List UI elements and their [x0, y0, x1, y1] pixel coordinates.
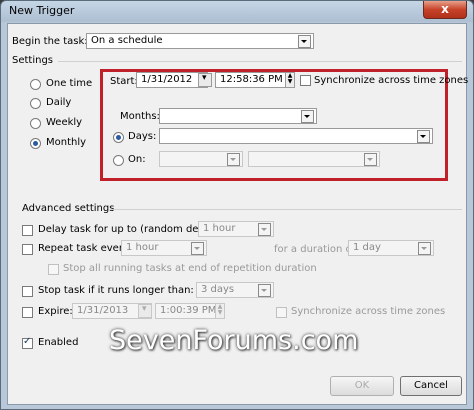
chevron-down-icon: [258, 284, 271, 297]
duration-label: for a duration of:: [274, 244, 359, 255]
begin-task-label: Begin the task:: [12, 36, 88, 47]
advanced-settings-label: Advanced settings: [22, 203, 115, 214]
begin-task-dropdown[interactable]: On a schedule: [86, 33, 314, 49]
expire-time-value: 1:00:39 PM: [160, 305, 217, 316]
days-dropdown[interactable]: [159, 128, 433, 144]
chevron-down-icon: [191, 242, 204, 255]
enabled-label: Enabled: [38, 337, 79, 348]
enabled-checkbox[interactable]: [22, 336, 33, 349]
radio-daily[interactable]: [30, 98, 41, 109]
stop-longer-checkbox[interactable]: [22, 286, 33, 297]
one-time-label: One time: [46, 78, 93, 89]
sync-time-zones-label: Synchronize across time zones: [314, 75, 469, 86]
radio-monthly[interactable]: [30, 138, 41, 149]
calendar-dropdown-icon[interactable]: [198, 73, 212, 87]
radio-one-time[interactable]: [30, 79, 41, 90]
days-label: Days:: [128, 131, 157, 142]
delay-dropdown[interactable]: 1 hour: [198, 221, 274, 237]
new-trigger-window: New Trigger x Begin the task: On a sched…: [0, 0, 474, 410]
radio-weekly[interactable]: [30, 118, 41, 129]
advanced-divider: [110, 209, 462, 210]
chevron-down-icon: [258, 223, 271, 236]
repeat-task-label: Repeat task every:: [38, 243, 132, 254]
expire-sync-label: Synchronize across time zones: [291, 306, 446, 317]
expire-calendar-icon[interactable]: [138, 304, 152, 318]
sync-time-zones-checkbox[interactable]: [300, 75, 311, 86]
on-weekday-dropdown[interactable]: [248, 151, 380, 167]
site-watermark: SevenForums.com: [109, 325, 359, 356]
close-button[interactable]: x: [423, 1, 467, 19]
monthly-label: Monthly: [46, 137, 87, 148]
duration-value: 1 day: [353, 242, 381, 253]
stop-longer-dropdown[interactable]: 3 days: [196, 282, 274, 298]
on-week-dropdown[interactable]: [159, 151, 243, 167]
expire-sync-checkbox[interactable]: [276, 307, 287, 318]
chevron-down-icon: [227, 153, 240, 166]
daily-label: Daily: [46, 97, 72, 108]
repeat-task-checkbox[interactable]: [22, 244, 33, 255]
start-label: Start:: [110, 76, 138, 87]
radio-days[interactable]: [113, 132, 124, 143]
stop-longer-value: 3 days: [201, 284, 235, 295]
cancel-button[interactable]: Cancel: [400, 376, 462, 396]
repeat-value: 1 hour: [126, 242, 159, 253]
chevron-down-icon: [301, 110, 314, 123]
months-label: Months:: [120, 111, 160, 122]
chevron-down-icon: [417, 130, 430, 143]
months-dropdown[interactable]: [159, 108, 317, 124]
duration-dropdown[interactable]: 1 day: [348, 240, 434, 256]
chevron-down-icon: [418, 242, 431, 255]
chevron-down-icon: [364, 153, 377, 166]
repeat-dropdown[interactable]: 1 hour: [121, 240, 207, 256]
delay-value: 1 hour: [203, 223, 236, 234]
start-time-spinner[interactable]: ▲ ▼: [285, 72, 295, 88]
expire-label: Expire:: [38, 306, 73, 317]
start-date-value: 1/31/2012: [141, 74, 193, 85]
title-bar[interactable]: New Trigger x: [1, 1, 473, 21]
start-time-value: 12:58:36 PM: [220, 74, 283, 85]
delay-task-checkbox[interactable]: [22, 225, 33, 236]
stop-longer-label: Stop task if it runs longer than:: [38, 285, 194, 296]
stop-running-checkbox[interactable]: [48, 264, 59, 275]
radio-on[interactable]: [113, 155, 124, 166]
settings-group-label: Settings: [12, 55, 54, 66]
delay-task-label: Delay task for up to (random delay):: [38, 224, 221, 235]
expire-date-value: 1/31/2013: [77, 305, 129, 316]
expire-time-spinner[interactable]: ▲ ▼: [215, 303, 225, 319]
start-time-field[interactable]: 12:58:36 PM: [215, 72, 287, 88]
on-label: On:: [128, 154, 146, 165]
begin-task-value: On a schedule: [91, 35, 163, 46]
expire-checkbox[interactable]: [22, 307, 33, 318]
chevron-down-icon: [298, 35, 311, 48]
expire-time-field[interactable]: 1:00:39 PM: [155, 303, 217, 319]
weekly-label: Weekly: [46, 117, 83, 128]
window-title: New Trigger: [9, 4, 75, 17]
stop-running-label: Stop all running tasks at end of repetit…: [63, 263, 317, 274]
settings-divider: [58, 61, 462, 62]
ok-button[interactable]: OK: [330, 376, 394, 396]
